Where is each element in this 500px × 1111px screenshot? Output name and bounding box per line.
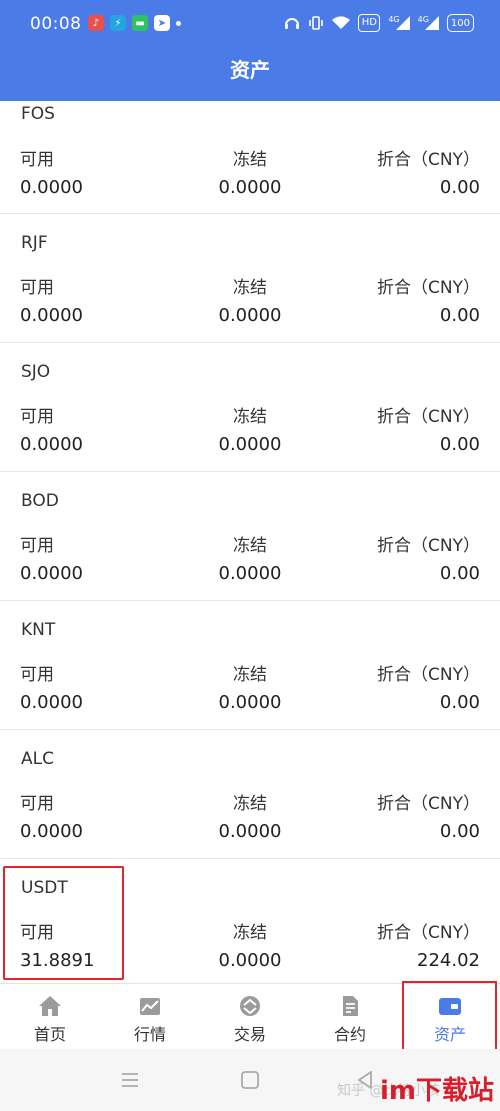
asset-card-sjo[interactable]: SJO 可用 冻结 折合（CNY） 0.0000 0.0000 0.00	[0, 343, 500, 472]
cny-label: 折合（CNY）	[377, 407, 480, 427]
watermark-logo: im下载站	[379, 1076, 494, 1106]
signal-icon-1: 4G	[388, 15, 410, 31]
headphones-icon	[284, 15, 300, 31]
menu-icon[interactable]	[120, 1071, 140, 1089]
tab-home[interactable]: 首页	[0, 984, 100, 1050]
coin-name: SJO	[21, 362, 51, 382]
coin-name: ALC	[21, 749, 54, 769]
page-title: 资产	[230, 58, 270, 82]
frozen-value: 0.0000	[218, 563, 282, 584]
status-bar: 00:08 ♪ ⚡ ▬ ➤ HD 4G 4G 100	[0, 0, 500, 48]
exchange-icon	[240, 996, 260, 1016]
cny-label: 折合（CNY）	[377, 794, 480, 814]
coin-name: RJF	[21, 233, 48, 253]
cny-label: 折合（CNY）	[377, 665, 480, 685]
shield-app-icon: ⚡	[110, 15, 126, 31]
tab-highlight-box	[402, 981, 497, 1051]
battery-indicator: 100	[446, 14, 474, 32]
frozen-value: 0.0000	[218, 821, 282, 842]
frozen-value: 0.0000	[218, 305, 282, 326]
frozen-value: 0.0000	[218, 177, 282, 198]
hd-badge: HD	[358, 14, 381, 32]
coin-name: KNT	[21, 620, 56, 640]
asset-card-usdt[interactable]: USDT 可用 冻结 折合（CNY） 31.8891 0.0000 224.02	[0, 859, 500, 983]
cny-value: 224.02	[417, 950, 480, 971]
asset-card-bod[interactable]: BOD 可用 冻结 折合（CNY） 0.0000 0.0000 0.00	[0, 472, 500, 601]
signal-icon-2: 4G	[418, 15, 439, 31]
coin-name: BOD	[21, 491, 59, 511]
chart-icon	[140, 998, 160, 1015]
tab-trade[interactable]: 交易	[200, 984, 300, 1050]
cny-label: 折合（CNY）	[377, 150, 480, 170]
cny-value: 0.00	[439, 434, 480, 455]
message-app-icon: ▬	[132, 15, 148, 31]
wifi-icon	[332, 15, 351, 31]
cny-value: 0.00	[439, 692, 480, 713]
music-app-icon: ♪	[88, 15, 104, 31]
cny-value: 0.00	[439, 305, 480, 326]
app-header: 00:08 ♪ ⚡ ▬ ➤ HD 4G 4G 100 资产	[0, 0, 500, 101]
tab-label: 交易	[233, 1025, 266, 1044]
cny-label: 折合（CNY）	[377, 278, 480, 298]
asset-list[interactable]: FOS 可用 冻结 折合（CNY） 0.0000 0.0000 0.00 RJF…	[0, 101, 500, 983]
notification-icons: ♪ ⚡ ▬ ➤	[88, 15, 181, 31]
asset-card-alc[interactable]: ALC 可用 冻结 折合（CNY） 0.0000 0.0000 0.00	[0, 730, 500, 859]
vibrate-icon	[308, 15, 324, 31]
coin-name: USDT	[21, 878, 68, 898]
cny-label: 折合（CNY）	[377, 536, 480, 556]
send-app-icon: ➤	[154, 15, 170, 31]
contract-icon	[343, 996, 358, 1016]
coin-name: FOS	[21, 104, 55, 124]
cny-value: 0.00	[439, 563, 480, 584]
asset-card-knt[interactable]: KNT 可用 冻结 折合（CNY） 0.0000 0.0000 0.00	[0, 601, 500, 730]
tab-label: 首页	[33, 1025, 66, 1044]
cny-label: 折合（CNY）	[377, 923, 480, 943]
tab-label: 行情	[133, 1025, 166, 1044]
status-time: 00:08	[30, 14, 82, 34]
tab-market[interactable]: 行情	[100, 984, 200, 1050]
home-icon	[39, 996, 61, 1016]
system-icons: HD 4G 4G 100	[284, 14, 474, 32]
tab-label: 合约	[333, 1025, 366, 1044]
frozen-value: 0.0000	[218, 692, 282, 713]
asset-card-rjf[interactable]: RJF 可用 冻结 折合（CNY） 0.0000 0.0000 0.00	[0, 214, 500, 343]
cny-value: 0.00	[439, 177, 480, 198]
more-notifications-dot	[176, 20, 181, 26]
tab-contract[interactable]: 合约	[300, 984, 400, 1050]
asset-card-fos[interactable]: FOS 可用 冻结 折合（CNY） 0.0000 0.0000 0.00	[0, 101, 500, 214]
home-square-icon[interactable]	[240, 1071, 260, 1089]
frozen-value: 0.0000	[218, 434, 282, 455]
cny-value: 0.00	[439, 821, 480, 842]
